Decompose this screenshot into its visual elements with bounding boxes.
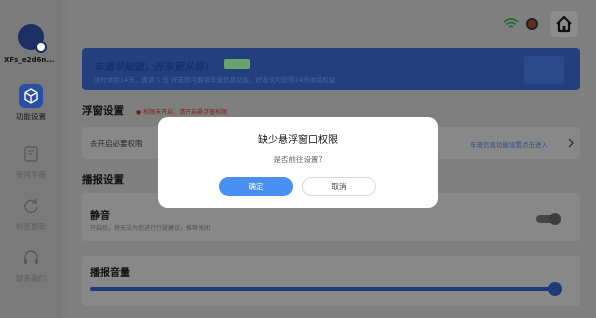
sidebar-item-feature-settings[interactable]: 功能设置 <box>6 84 56 122</box>
mute-toggle[interactable] <box>536 213 561 225</box>
broadcast-title: 播报设置 <box>82 174 124 186</box>
status-indicator <box>526 18 538 30</box>
refresh-icon <box>24 199 38 213</box>
mute-toggle-knob <box>549 213 561 225</box>
permission-row-link[interactable]: 车道信息功能设置点击进入 <box>470 139 548 149</box>
headset-icon <box>24 250 38 264</box>
username: XFs_e2d6n... <box>4 56 55 64</box>
sidebar-item-label: 检查更新 <box>16 222 46 231</box>
dialog-title: 缺少悬浮窗口权限 <box>258 135 338 146</box>
permission-row-label: 去开启必要权限 <box>90 139 143 148</box>
sidebar-item-manual[interactable]: 使用手册 <box>6 142 56 180</box>
mute-label: 静音 <box>90 211 110 222</box>
float-window-title: 浮窗设置 <box>82 105 124 117</box>
sidebar-item-contact[interactable]: 联系我们 <box>6 246 56 284</box>
banner-illustration <box>524 56 564 84</box>
sidebar-item-check-update[interactable]: 检查更新 <box>6 194 56 232</box>
sidebar: XFs_e2d6n... 功能设置 使用手册 检查更新 联系我们 <box>0 0 62 318</box>
banner-title: 车道早知道，开车更从容！ <box>94 62 214 73</box>
banner-tag <box>224 59 250 69</box>
promo-banner[interactable]: 车道早知道，开车更从容！ 限时体验14天，邀请 1 位 好友即可解锁车道信息功能… <box>82 48 580 90</box>
banner-subtitle: 限时体验14天，邀请 1 位 好友即可解锁车道信息功能，好友也可获得14天体验权… <box>94 76 336 84</box>
cube-icon <box>19 84 43 108</box>
home-icon <box>556 15 572 33</box>
volume-row: 播报音量 <box>82 256 580 306</box>
volume-slider-track[interactable] <box>90 287 562 291</box>
avatar[interactable] <box>18 24 47 53</box>
chevron-right-icon <box>568 138 574 148</box>
permission-dialog: 缺少悬浮窗口权限 是否前往设置? 确定 取消 <box>158 117 438 208</box>
float-window-note: ● 权限未开启，请开启悬浮窗权限 <box>136 109 228 116</box>
mute-description: 开启后，将无法为您进行行驶建议，推荐关闭 <box>90 225 211 232</box>
volume-label: 播报音量 <box>90 268 130 279</box>
wifi-icon <box>503 18 519 28</box>
home-button[interactable] <box>550 11 578 37</box>
sidebar-item-label: 功能设置 <box>16 112 46 121</box>
sidebar-item-label: 使用手册 <box>16 170 46 179</box>
avatar-badge <box>35 41 47 53</box>
cancel-button[interactable]: 取消 <box>302 177 376 196</box>
sidebar-item-label: 联系我们 <box>16 274 46 283</box>
volume-slider-handle[interactable] <box>548 282 562 296</box>
confirm-button[interactable]: 确定 <box>219 177 293 196</box>
book-icon <box>24 146 38 162</box>
dialog-message: 是否前往设置? <box>273 155 323 164</box>
